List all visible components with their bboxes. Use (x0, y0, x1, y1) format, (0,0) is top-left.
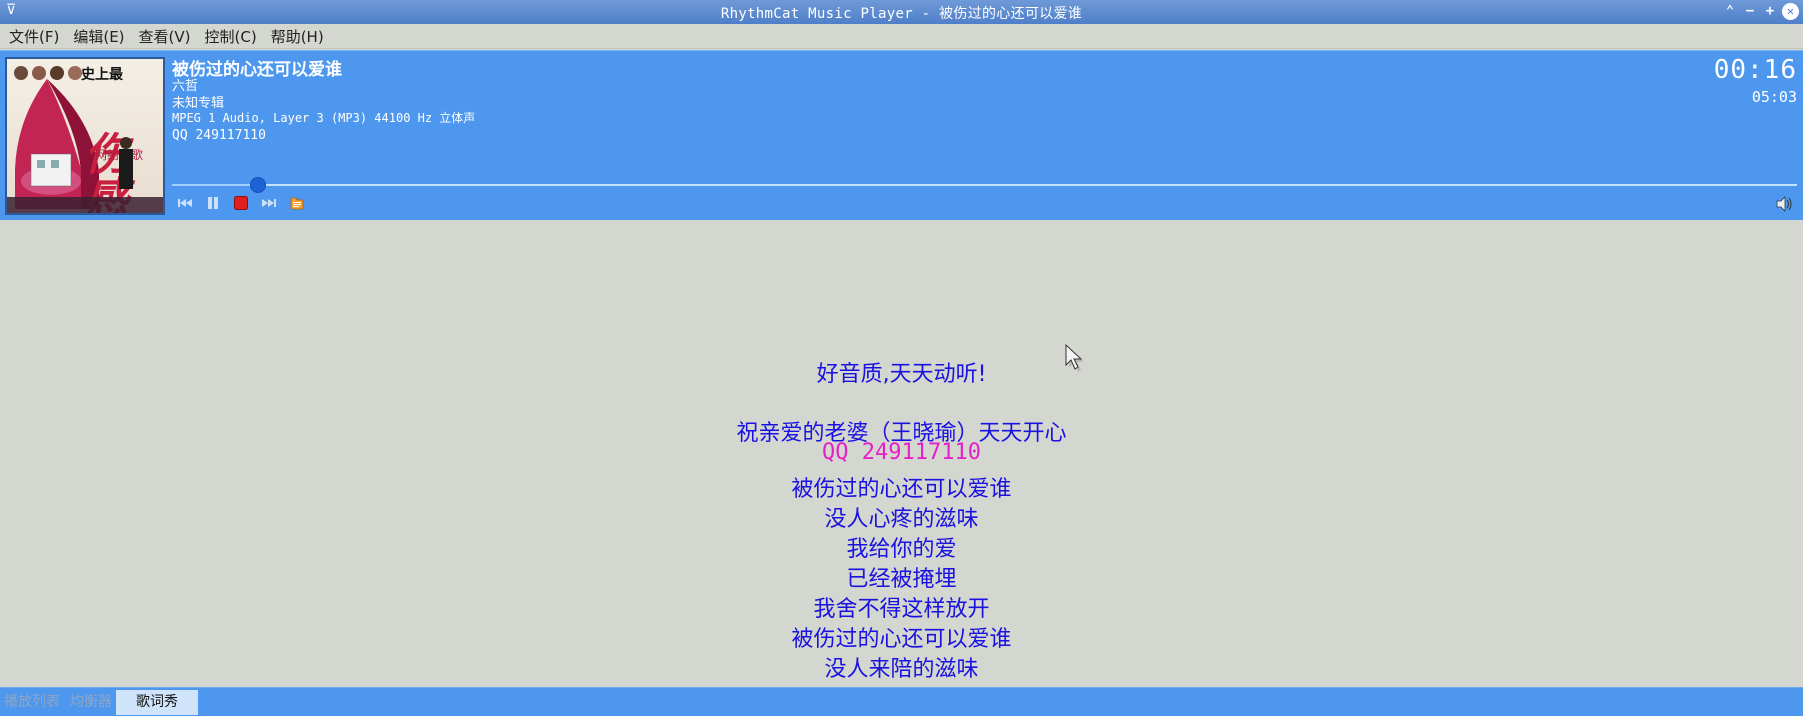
elapsed-time: 00:16 (1713, 55, 1797, 85)
lyric-line: 没人心疼的滋味 (824, 507, 979, 532)
close-icon[interactable]: ✕ (1782, 3, 1799, 20)
lyric-line-highlight: QQ 249117110 (822, 440, 981, 465)
bottom-tab-bar: 播放列表 均衡器 歌词秀 (0, 687, 1803, 716)
seek-slider[interactable] (172, 177, 1797, 193)
menu-view[interactable]: 查看(V) (138, 26, 192, 47)
lyric-line: 没人来陪的滋味 (824, 657, 979, 682)
lyric-line: 已经被掩埋 (846, 567, 957, 592)
lyric-line: 我给你的爱 (846, 537, 957, 562)
window-buttons: ⌃ − + ✕ (1722, 2, 1799, 20)
maximize-icon[interactable]: + (1762, 2, 1778, 20)
menu-control[interactable]: 控制(C) (204, 26, 258, 47)
lyric-line: 被伤过的心还可以爱谁 (791, 477, 1012, 502)
seek-track (172, 184, 1797, 186)
title-bar: ⊽ RhythmCat Music Player - 被伤过的心还可以爱谁 ⌃ … (0, 0, 1803, 24)
now-playing-panel: 史上最 伤感 网络情歌 被伤过的心还可以爱谁 六哲 未知专辑 MPEG 1 Au… (0, 50, 1803, 220)
seek-fill (172, 184, 258, 186)
tab-lyrics-show[interactable]: 歌词秀 (116, 690, 198, 715)
tab-playlist[interactable]: 播放列表 (0, 690, 64, 715)
stop-icon[interactable] (232, 194, 250, 212)
minimize-icon[interactable]: − (1742, 2, 1758, 20)
previous-icon[interactable] (176, 194, 194, 212)
menu-file[interactable]: 文件(F) (8, 26, 60, 47)
seek-handle[interactable] (250, 177, 266, 193)
volume-icon[interactable] (1775, 195, 1793, 213)
lyric-line: 被伤过的心还可以爱谁 (791, 627, 1012, 652)
shade-icon[interactable]: ⌃ (1722, 2, 1738, 20)
tab-equalizer[interactable]: 均衡器 (66, 690, 116, 715)
total-time: 05:03 (1751, 88, 1797, 106)
lyrics-panel: 好音质,天天动听! 祝亲爱的老婆（王晓瑜）天天开心 QQ 249117110 被… (0, 220, 1803, 687)
open-file-icon[interactable] (288, 194, 306, 212)
pause-icon[interactable] (204, 194, 222, 212)
track-comment: QQ 249117110 (172, 128, 266, 143)
next-icon[interactable] (260, 194, 278, 212)
lyric-line: 好音质,天天动听! (816, 362, 987, 387)
menu-bar: 文件(F) 编辑(E) 查看(V) 控制(C) 帮助(H) (0, 24, 1803, 49)
window-title: RhythmCat Music Player - 被伤过的心还可以爱谁 (720, 6, 1083, 22)
lyric-line: 我舍不得这样放开 (813, 597, 990, 622)
menu-help[interactable]: 帮助(H) (270, 26, 325, 47)
cover-title-small: 史上最 (81, 66, 124, 83)
playback-controls (176, 194, 306, 212)
mouse-pointer-icon (1063, 343, 1087, 377)
menu-edit[interactable]: 编辑(E) (72, 26, 125, 47)
audio-format: MPEG 1 Audio, Layer 3 (MP3) 44100 Hz 立体声 (172, 111, 476, 125)
album-cover: 史上最 伤感 网络情歌 (5, 57, 165, 215)
